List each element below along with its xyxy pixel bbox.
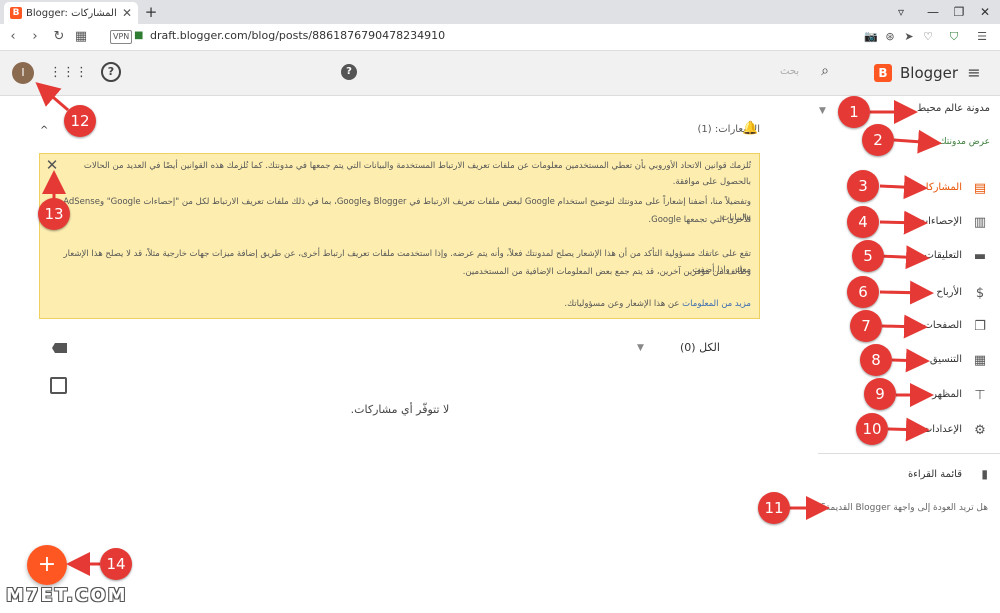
sidebar-item-earnings[interactable]: $ الأرباح [820,283,990,305]
minimize-button[interactable]: — [922,2,944,22]
sidebar-item-label: الإعدادات [922,424,962,435]
search-input[interactable]: بحث [780,66,799,77]
question-icon[interactable]: ? [341,64,357,80]
bell-icon: 🔔 [742,121,759,136]
filter-all-select[interactable]: الكل (0) [680,341,720,354]
annotation-badge-7: 7 [850,310,882,342]
annotation-badge-12: 12 [64,105,96,137]
notice-paragraph-3b: وظائف من موفرين آخرين، قد يتم جمع بعض ال… [462,267,751,277]
collapse-chevron-icon[interactable]: ^ [40,125,54,137]
camera-icon[interactable]: 📷 [863,29,879,45]
annotation-badge-6: 6 [847,276,879,308]
vpn-badge[interactable]: VPN [110,30,133,44]
label-filter-icon[interactable] [52,342,68,354]
layout-icon: ▦ [973,353,987,368]
notice-paragraph-2b: الأخرى التي تجمعها Google. [648,215,751,225]
sidebar-item-settings[interactable]: ⚙ الإعدادات [820,420,990,442]
notice-paragraph-1: تُلزمك قوانين الاتحاد الأوروبي بأن تعطي … [83,161,751,187]
bookmark-icon: ▮ [981,467,988,481]
paint-roller-icon: ⊤ [974,388,986,403]
gear-icon: ⚙ [974,423,986,438]
sidebar-item-label: الإحصاءات [918,216,962,227]
watermark: M7ET.COM [6,585,128,606]
view-blog-link[interactable]: عرض مدونتك [880,137,990,147]
annotation-badge-1: 1 [838,96,870,128]
close-window-button[interactable]: ✕ [974,2,996,22]
cookie-notice: تُلزمك قوانين الاتحاد الأوروبي بأن تعطي … [39,153,760,319]
stats-icon: ▥ [973,215,987,230]
blogger-header [0,51,1000,96]
browser-tab[interactable]: B Blogger: المشاركات ✕ [4,2,138,24]
sidebar-item-label: التعليقات [924,250,962,261]
annotation-badge-14: 14 [100,548,132,580]
dollar-icon: $ [975,286,985,301]
blogger-favicon-icon: B [10,7,22,19]
sidebar-item-pages[interactable]: ❐ الصفحات [820,316,990,338]
blogger-logo-icon[interactable]: B [874,64,892,82]
shield-icon[interactable]: ⛉ [946,29,962,45]
annotation-badge-5: 5 [852,240,884,272]
more-info-tail: عن هذا الإشعار وعن مسؤولياتك. [564,299,680,309]
sidebar-item-posts[interactable]: ▤ المشاركات [820,178,990,200]
brand-name[interactable]: Blogger [900,63,958,83]
select-all-checkbox[interactable] [50,377,67,394]
adblock-icon[interactable]: ⊛ [882,29,898,45]
annotation-badge-11: 11 [758,492,790,524]
sidebar-item-layout[interactable]: ▦ التنسيق [820,350,990,372]
old-blogger-link[interactable]: هل تريد العودة إلى واجهة Blogger القديمة… [800,503,988,513]
back-icon[interactable]: ‹ [4,28,22,46]
maximize-button[interactable]: ❐ [948,2,970,22]
annotation-badge-8: 8 [860,344,892,376]
send-icon[interactable]: ➤ [901,29,917,45]
comments-icon: ▬ [973,249,987,264]
tab-menu-icon[interactable]: ▿ [890,2,912,22]
reload-icon[interactable]: ↻ [50,28,68,46]
sidebar-item-theme[interactable]: ⊤ المظهر [820,385,990,407]
annotation-badge-4: 4 [847,206,879,238]
filter-dropdown-arrow-icon[interactable]: ▼ [637,343,644,353]
search-icon[interactable]: ⌕ [817,63,833,79]
pages-icon: ❐ [974,319,986,334]
lock-icon: ■ [134,30,144,41]
sidebar-item-label: المشاركات [916,182,962,193]
url-field[interactable]: draft.blogger.com/blog/posts/88618767904… [150,29,445,43]
annotation-badge-2: 2 [862,124,894,156]
heart-icon[interactable]: ♡ [920,29,936,45]
close-notice-icon[interactable]: ✕ [44,157,60,173]
sidebar-item-comments[interactable]: ▬ التعليقات [820,246,990,268]
sidebar-divider [818,453,1000,454]
sidebar-item-reading-list[interactable]: ▮ قائمة القراءة [820,466,990,486]
hamburger-menu-icon[interactable]: ≡ [964,63,984,83]
empty-posts-message: لا تتوفّر أي مشاركات. [350,403,450,416]
tab-title: Blogger: المشاركات [26,7,117,19]
browser-menu-icon[interactable]: ☰ [974,29,990,45]
apps-grid-icon[interactable]: ⋮⋮⋮ [49,64,88,82]
speed-dial-icon[interactable]: ▦ [72,28,90,46]
sidebar-item-stats[interactable]: ▥ الإحصاءات [820,212,990,234]
sidebar-item-label: الصفحات [923,320,962,331]
sidebar-item-label: المظهر [932,389,962,400]
sidebar-item-label: قائمة القراءة [907,469,962,480]
annotation-badge-13: 13 [38,198,70,230]
avatar[interactable]: I [12,62,34,84]
sidebar-item-label: التنسيق [929,354,962,365]
annotation-badge-10: 10 [856,413,888,445]
blog-select-arrow-icon[interactable]: ▼ [819,106,826,116]
tab-close-icon[interactable]: ✕ [122,6,132,20]
help-icon[interactable]: ? [101,62,121,82]
new-tab-button[interactable]: + [142,3,160,21]
annotation-badge-9: 9 [864,378,896,410]
new-post-button[interactable]: + [27,545,67,585]
annotation-badge-3: 3 [847,170,879,202]
notice-more-info: مزيد من المعلومات عن هذا الإشعار وعن مسؤ… [51,296,751,312]
sidebar-item-label: الأرباح [936,287,962,298]
posts-icon: ▤ [973,181,987,196]
more-info-link[interactable]: مزيد من المعلومات [682,299,751,309]
forward-icon[interactable]: › [26,28,44,46]
